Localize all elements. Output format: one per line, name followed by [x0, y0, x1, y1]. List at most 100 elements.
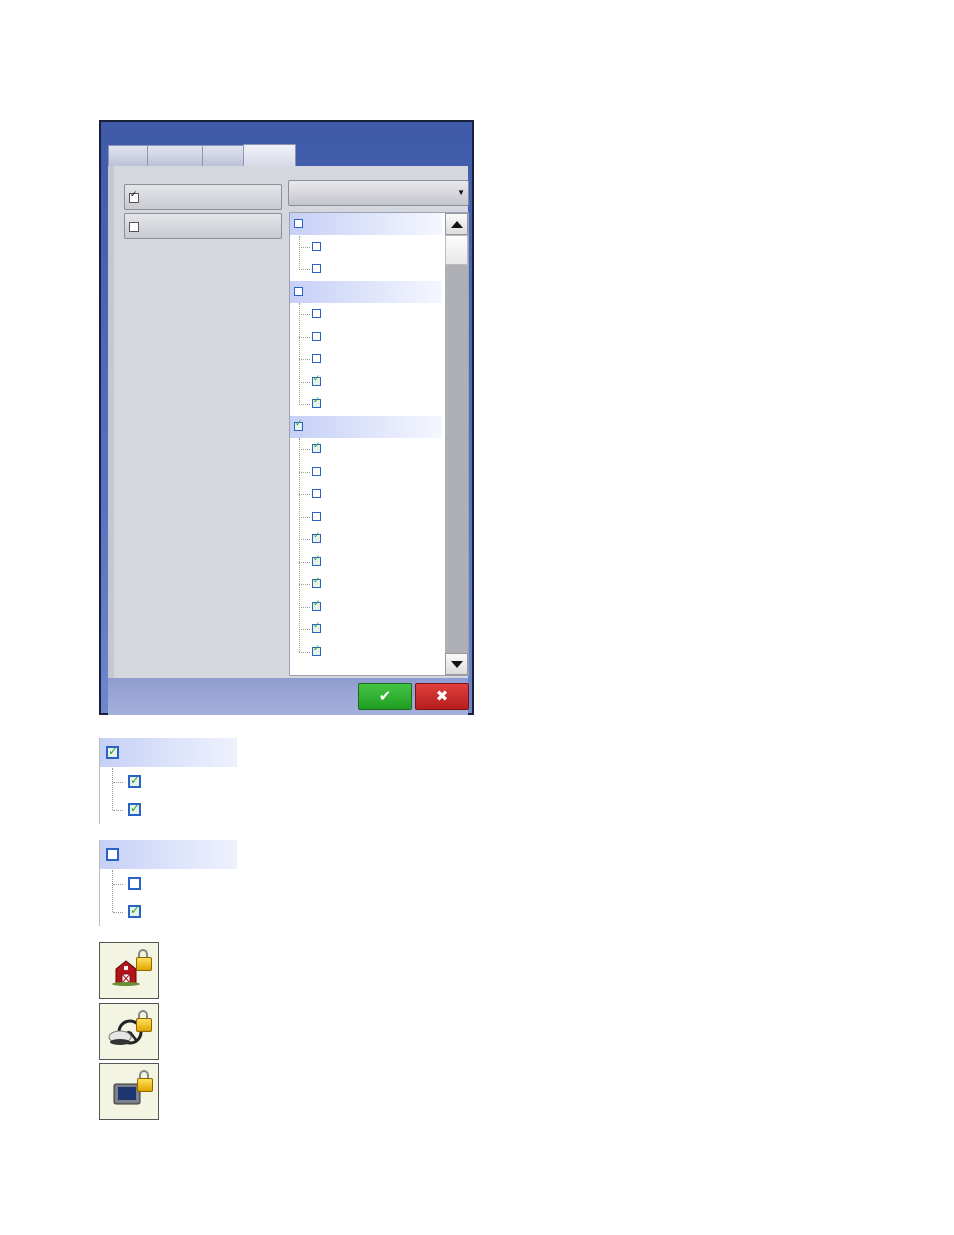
tree-connector [299, 336, 310, 338]
arrow-down-icon [451, 661, 463, 668]
tree-connector [112, 870, 113, 912]
tree-group-row[interactable] [290, 213, 442, 235]
tree-group-header [100, 738, 237, 767]
tree-child-row[interactable] [290, 483, 442, 505]
tree-connector [299, 381, 310, 383]
scrollbar[interactable] [445, 213, 468, 675]
tree-child-row[interactable] [290, 461, 442, 483]
scroll-up-button[interactable] [445, 213, 468, 235]
tree-child-row[interactable] [290, 258, 442, 280]
option-1-checkbox[interactable] [129, 190, 139, 203]
tab-2[interactable] [147, 145, 203, 167]
tree-example-all-checked [99, 738, 239, 824]
item-checkbox[interactable] [312, 354, 321, 363]
tab-content-panel: ▼ [108, 166, 469, 678]
tree-connector [299, 449, 310, 450]
tree-connector [299, 404, 310, 405]
tree-child-row[interactable] [290, 528, 442, 550]
scroll-thumb[interactable] [445, 235, 468, 265]
gps-steering-lock-icon[interactable] [99, 1003, 159, 1060]
tab-3[interactable] [202, 145, 244, 167]
tree-connector [113, 884, 123, 885]
tree-example-partial [99, 840, 239, 926]
tab-1[interactable] [108, 145, 148, 167]
tree-connector [299, 539, 310, 540]
tree-group-row[interactable] [290, 280, 442, 303]
accept-button[interactable]: ✔ [358, 683, 412, 710]
item-checkbox[interactable] [312, 441, 321, 453]
lock-icon [136, 1018, 152, 1032]
group-checkbox[interactable] [294, 286, 303, 296]
tree-child-row[interactable] [290, 236, 442, 258]
scroll-down-button[interactable] [445, 653, 468, 675]
option-button-2[interactable] [124, 213, 282, 239]
item-checkbox[interactable] [312, 374, 321, 386]
item-checkbox[interactable] [312, 331, 321, 341]
option-2-checkbox[interactable] [129, 222, 139, 232]
tree-group-row[interactable] [290, 415, 442, 438]
item-checkbox[interactable] [312, 621, 321, 633]
child-checkbox[interactable] [128, 903, 141, 918]
lock-icon [137, 1078, 153, 1092]
tree-connector [299, 584, 310, 585]
tree-connector [113, 782, 123, 783]
setup-dialog-window: ▼ ✔ ✖ [99, 120, 474, 715]
item-checkbox[interactable] [312, 554, 321, 566]
tree-connector [299, 606, 310, 608]
item-checkbox[interactable] [312, 241, 321, 251]
item-checkbox[interactable] [312, 599, 321, 611]
close-icon: ✖ [435, 687, 449, 705]
tree-connector [299, 314, 310, 315]
tree-connector [299, 246, 310, 248]
child-checkbox[interactable] [128, 801, 141, 816]
tree-child-row[interactable] [290, 573, 442, 595]
tree-connector [299, 471, 310, 473]
group-checkbox[interactable] [106, 848, 119, 861]
tree-child-row[interactable] [290, 326, 442, 348]
tree-connector [299, 651, 310, 653]
item-checkbox[interactable] [312, 396, 321, 408]
tree-child-row[interactable] [290, 596, 442, 618]
tree-child-row[interactable] [290, 371, 442, 393]
tree-connector [113, 810, 123, 811]
item-checkbox[interactable] [312, 531, 321, 543]
item-checkbox[interactable] [312, 576, 321, 588]
dropdown-arrow-icon: ▼ [457, 188, 465, 197]
tree-child-row[interactable] [290, 303, 442, 325]
group-checkbox[interactable] [294, 419, 303, 431]
arrow-up-icon [451, 221, 463, 228]
tab-4-active[interactable] [243, 144, 296, 167]
tree-child-row[interactable] [290, 438, 442, 460]
child-checkbox[interactable] [128, 773, 141, 788]
tree-child-row[interactable] [290, 618, 442, 640]
tree-connector [299, 629, 310, 630]
options-column [116, 166, 284, 678]
filter-dropdown[interactable]: ▼ [288, 180, 469, 206]
tree-connector [299, 516, 310, 518]
tree-child-row[interactable] [290, 393, 442, 415]
group-checkbox[interactable] [106, 744, 119, 759]
item-checkbox[interactable] [312, 309, 321, 318]
tree-connector [299, 359, 310, 360]
tree-connector [113, 912, 123, 913]
child-checkbox[interactable] [128, 877, 141, 890]
tree-child-row[interactable] [290, 551, 442, 573]
item-checkbox[interactable] [312, 466, 321, 476]
item-checkbox[interactable] [312, 511, 321, 521]
tree-connector [299, 561, 310, 563]
tree-child-row[interactable] [290, 348, 442, 370]
cancel-button[interactable]: ✖ [415, 683, 469, 710]
option-button-1[interactable] [124, 184, 282, 210]
checkmark-icon: ✔ [378, 687, 392, 705]
group-checkbox[interactable] [294, 219, 303, 228]
item-checkbox[interactable] [312, 489, 321, 498]
item-checkbox[interactable] [312, 264, 321, 273]
dialog-footer: ✔ ✖ [108, 678, 469, 715]
tree-connector [112, 768, 113, 810]
tree-checkbox-list [289, 212, 469, 676]
item-checkbox[interactable] [312, 644, 321, 656]
tree-child-row[interactable] [290, 641, 442, 663]
tree-child-row[interactable] [290, 506, 442, 528]
display-lock-icon[interactable] [99, 1063, 159, 1120]
farm-lock-icon[interactable] [99, 942, 159, 999]
